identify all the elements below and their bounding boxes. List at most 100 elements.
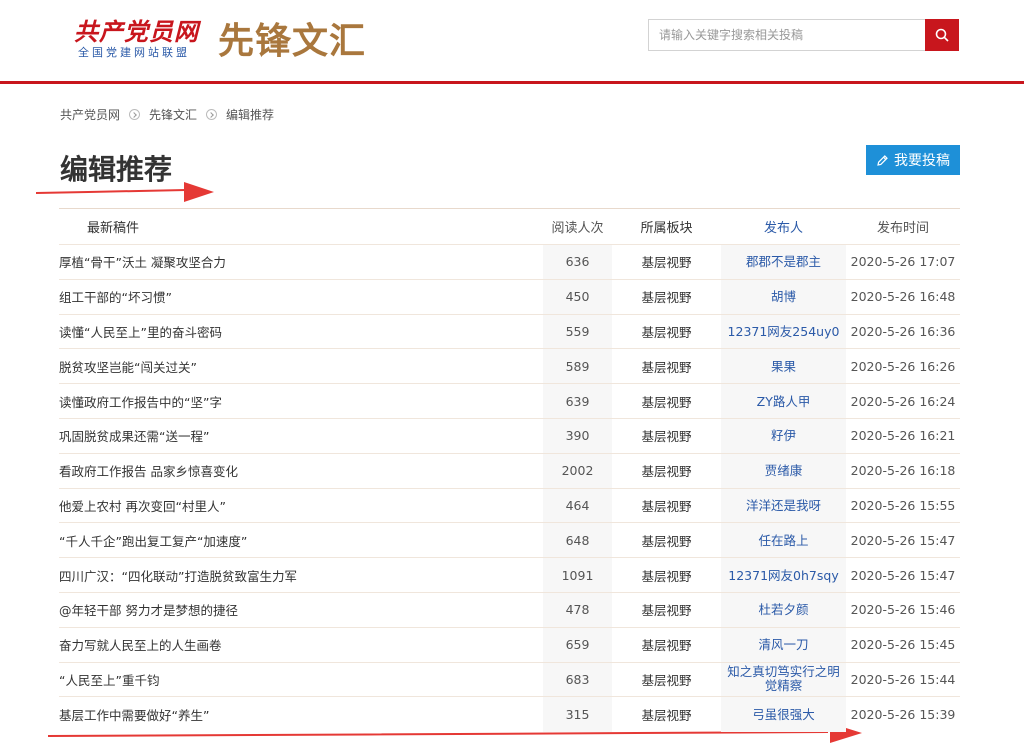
- article-title-link[interactable]: 厚植“骨干”沃土 凝聚攻坚合力: [59, 255, 226, 270]
- author-link[interactable]: 任在路上: [758, 533, 808, 548]
- logo-main-text: 共产党员网: [74, 17, 199, 46]
- table-row: 巩固脱贫成果还需“送一程” 390 基层视野 籽伊 2020-5-26 16:21: [59, 418, 960, 454]
- publish-time: 2020-5-26 16:24: [850, 393, 956, 409]
- article-title-link[interactable]: “千人千企”跑出复工复产“加速度”: [59, 534, 247, 549]
- section-link[interactable]: 基层视野: [641, 708, 691, 723]
- breadcrumb-channel[interactable]: 先锋文汇: [149, 106, 197, 123]
- section-link[interactable]: 基层视野: [641, 395, 691, 410]
- article-title-link-cell: 基层工作中需要做好“养生”: [59, 697, 543, 732]
- author-link[interactable]: 知之真切笃实行之明觉精察: [723, 665, 845, 693]
- publish-time: 2020-5-26 16:36: [850, 323, 956, 339]
- publish-time: 2020-5-26 15:47: [850, 532, 956, 548]
- section-link[interactable]: 基层视野: [641, 325, 691, 340]
- column-header-time: 发布时间: [876, 221, 929, 236]
- publish-time: 2020-5-26 17:07: [850, 254, 956, 270]
- section-link[interactable]: 基层视野: [641, 360, 691, 375]
- section-link[interactable]: 基层视野: [641, 499, 691, 514]
- publish-time-cell: 2020-5-26 17:07: [846, 245, 960, 280]
- submit-article-button[interactable]: 我要投稿: [866, 145, 960, 175]
- author-link[interactable]: 清风一刀: [758, 638, 808, 652]
- article-title-link[interactable]: 基层工作中需要做好“养生”: [59, 708, 209, 723]
- read-count: 315: [565, 707, 590, 722]
- read-count-cell: 659: [543, 627, 612, 663]
- section-link[interactable]: 基层视野: [641, 464, 691, 479]
- section-link[interactable]: 基层视野: [641, 290, 691, 305]
- search-button[interactable]: [925, 19, 959, 51]
- read-count-cell: 478: [543, 592, 612, 628]
- author-link-cell: ZY路人甲: [721, 383, 846, 419]
- article-title-link-cell: 四川广汉：“四化联动”打造脱贫致富生力军: [59, 558, 543, 593]
- author-link-cell: 贾绪康: [721, 453, 846, 489]
- publish-time-cell: 2020-5-26 16:26: [846, 349, 960, 384]
- column-header-reads: 阅读人次: [543, 208, 612, 245]
- author-link[interactable]: 杜若夕颜: [758, 603, 808, 617]
- table-row: 看政府工作报告 品家乡惊喜变化 2002 基层视野 贾绪康 2020-5-26 16:1…: [59, 453, 960, 489]
- publish-time-cell: 2020-5-26 15:45: [846, 627, 960, 662]
- breadcrumb-current: 编辑推荐: [226, 108, 275, 122]
- table-row: “人民至上”重千钧 683 基层视野 知之真切笃实行之明觉精察 2020-5-26 15…: [59, 662, 960, 697]
- section-link-cell: 基层视野: [612, 592, 721, 627]
- author-link[interactable]: 洋洋还是我呀: [746, 498, 821, 513]
- author-link[interactable]: 籽伊: [771, 429, 796, 443]
- read-count: 450: [565, 289, 590, 305]
- publish-time: 2020-5-26 16:18: [850, 463, 956, 479]
- publish-time: 2020-5-26 16:48: [850, 289, 956, 305]
- article-title-link[interactable]: 看政府工作报告 品家乡惊喜变化: [59, 464, 238, 479]
- author-link[interactable]: 果果: [771, 359, 796, 374]
- article-title-link[interactable]: 巩固脱贫成果还需“送一程”: [59, 429, 209, 444]
- read-count-cell: 639: [543, 383, 612, 419]
- read-count-cell: 450: [543, 279, 612, 315]
- author-link-cell: 籽伊: [721, 418, 846, 454]
- article-title-link[interactable]: 读懂政府工作报告中的“坚”字: [59, 395, 222, 410]
- site-logo[interactable]: 共产党员网 全国党建网站联盟: [72, 12, 212, 62]
- section-link-cell: 基层视野: [612, 558, 721, 593]
- read-count: 1091: [561, 567, 594, 583]
- author-link[interactable]: 12371网友0h7sqy: [728, 568, 838, 583]
- publish-time: 2020-5-26 15:45: [850, 637, 956, 653]
- section-link[interactable]: 基层视野: [641, 638, 691, 653]
- author-link-cell: 胡博: [721, 279, 846, 315]
- article-title-link-cell: 脱贫攻坚岂能“闯关过关”: [59, 349, 543, 384]
- author-link[interactable]: 郡郡不是郡主: [746, 255, 821, 269]
- channel-title: 先锋文汇: [218, 20, 367, 62]
- section-link[interactable]: 基层视野: [641, 603, 691, 618]
- author-link-cell: 郡郡不是郡主: [721, 244, 846, 280]
- section-link[interactable]: 基层视野: [641, 569, 691, 584]
- article-title-link[interactable]: 四川广汉：“四化联动”打造脱贫致富生力军: [59, 569, 297, 584]
- read-count: 390: [565, 428, 590, 444]
- article-title-link-cell: “人民至上”重千钧: [59, 662, 543, 697]
- search-input[interactable]: [648, 19, 925, 51]
- section-link[interactable]: 基层视野: [641, 255, 691, 270]
- publish-time-cell: 2020-5-26 15:46: [846, 592, 960, 627]
- author-link[interactable]: 12371网友254uy0: [728, 324, 840, 339]
- article-title-link[interactable]: “人民至上”重千钧: [59, 673, 159, 688]
- section-link[interactable]: 基层视野: [641, 673, 691, 688]
- read-count: 683: [565, 671, 590, 687]
- column-header-author: 发布人: [721, 208, 846, 245]
- column-header-title: 最新稿件: [87, 221, 140, 236]
- logo-sub-text: 全国党建网站联盟: [78, 46, 190, 59]
- read-count-cell: 1091: [543, 557, 612, 593]
- publish-time-cell: 2020-5-26 16:36: [846, 314, 960, 349]
- breadcrumb-home[interactable]: 共产党员网: [60, 106, 120, 123]
- author-link[interactable]: 弓虽很强大: [752, 708, 815, 722]
- author-link[interactable]: 贾绪康: [765, 464, 803, 478]
- article-title-link[interactable]: 奋力写就人民至上的人生画卷: [59, 638, 222, 653]
- article-title-link[interactable]: 读懂“人民至上”里的奋斗密码: [59, 325, 222, 340]
- article-title-link[interactable]: 他爱上农村 再次变回“村里人”: [59, 499, 226, 514]
- article-title-link[interactable]: 组工干部的“坏习惯”: [59, 290, 172, 305]
- read-count: 659: [565, 637, 590, 653]
- article-title-link[interactable]: 脱贫攻坚岂能“闯关过关”: [59, 360, 197, 375]
- section-link-cell: 基层视野: [612, 627, 721, 662]
- publish-time: 2020-5-26 15:39: [850, 707, 956, 722]
- section-link-cell: 基层视野: [612, 245, 721, 280]
- article-title-link[interactable]: @年轻干部 努力才是梦想的捷径: [59, 603, 238, 618]
- article-title-link-cell: 奋力写就人民至上的人生画卷: [59, 627, 543, 662]
- publish-time-cell: 2020-5-26 15:47: [846, 558, 960, 593]
- read-count: 636: [565, 254, 590, 270]
- publish-time: 2020-5-26 15:44: [850, 671, 956, 687]
- author-link[interactable]: ZY路人甲: [757, 394, 811, 409]
- author-link[interactable]: 胡博: [771, 290, 796, 304]
- section-link[interactable]: 基层视野: [641, 429, 691, 444]
- section-link[interactable]: 基层视野: [641, 534, 691, 549]
